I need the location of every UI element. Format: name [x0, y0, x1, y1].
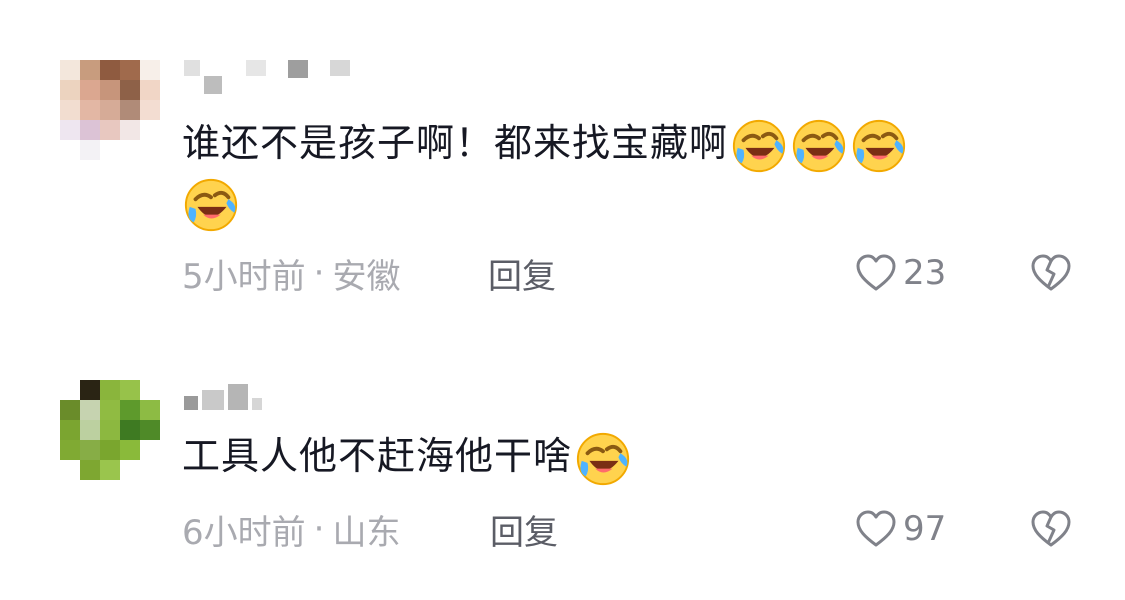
like-count: 97 — [903, 509, 947, 549]
meta-separator: · — [313, 509, 325, 549]
broken-heart-icon — [1031, 510, 1071, 547]
comment-location: 山东 — [332, 512, 401, 553]
heart-outline-icon — [856, 510, 896, 547]
reply-button[interactable]: 回复 — [490, 504, 558, 554]
laughing-crying-emoji-icon — [732, 119, 786, 172]
laughing-crying-emoji-icon — [852, 119, 906, 172]
username-pixelated[interactable] — [184, 376, 262, 410]
username-pixelated[interactable] — [184, 60, 350, 94]
comment-meta: 6小时前 · 山东 — [182, 504, 400, 554]
comment-text: 谁还不是孩子啊！都来找宝藏啊 — [182, 115, 1042, 234]
comment-body: 谁还不是孩子啊！都来找宝藏啊 — [182, 121, 729, 165]
laughing-crying-emoji-icon — [184, 178, 238, 232]
comment-meta: 5小时前 · 安徽 — [182, 248, 400, 298]
emoji-group — [728, 119, 908, 172]
comment-body: 工具人他不赶海他干啥 — [182, 434, 573, 478]
comment-time: 5小时前 — [182, 256, 306, 297]
comment-location: 安徽 — [332, 256, 401, 297]
avatar[interactable] — [60, 380, 160, 480]
like-button[interactable]: 23 — [855, 248, 946, 298]
avatar[interactable] — [60, 60, 160, 160]
broken-heart-icon — [1031, 254, 1071, 291]
meta-separator: · — [313, 253, 325, 293]
laughing-crying-emoji-icon — [792, 119, 846, 172]
heart-outline-icon — [856, 254, 896, 291]
like-button[interactable]: 97 — [855, 504, 946, 554]
comment-text: 工具人他不赶海他干啥 — [182, 428, 1042, 488]
reply-button[interactable]: 回复 — [488, 248, 556, 298]
dislike-button[interactable] — [1030, 248, 1072, 298]
dislike-button[interactable] — [1030, 504, 1072, 554]
laughing-crying-emoji-icon — [576, 432, 630, 485]
like-count: 23 — [903, 253, 947, 293]
comment-time: 6小时前 — [182, 512, 306, 553]
